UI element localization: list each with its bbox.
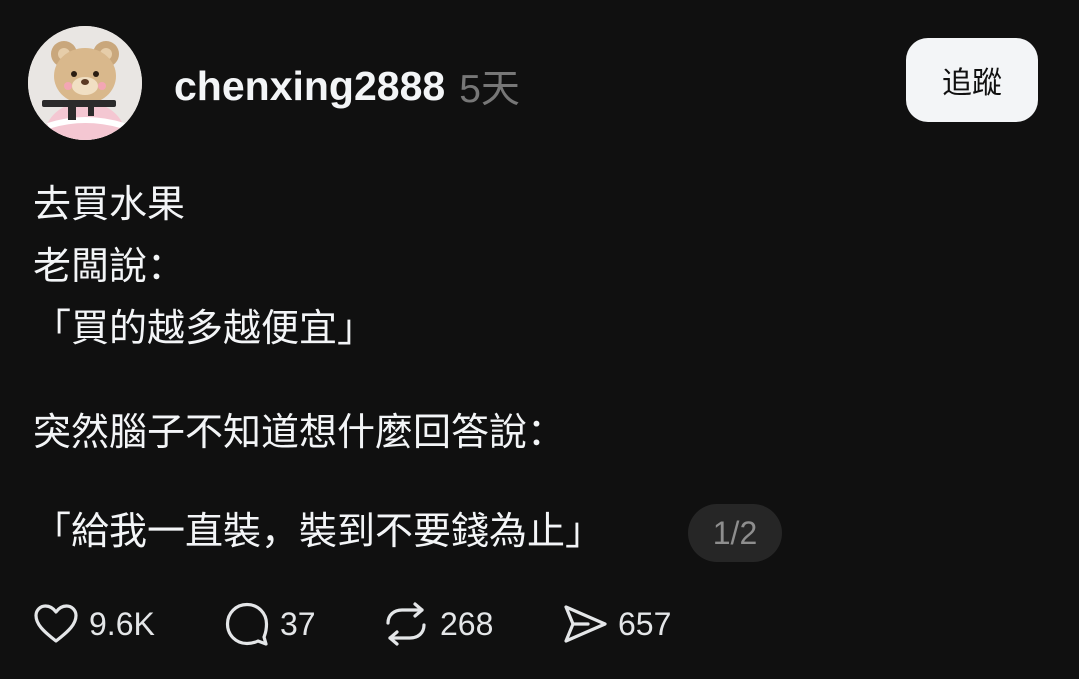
send-icon — [564, 605, 607, 643]
post-text-line: 突然腦子不知道想什麼回答說： — [33, 412, 566, 454]
like-button[interactable]: 9.6K — [33, 600, 155, 648]
share-count: 657 — [618, 605, 672, 642]
post-timestamp: 5天 — [459, 68, 520, 111]
avatar-image — [28, 26, 142, 140]
post-header: chenxing2888 5天 — [174, 60, 520, 112]
post-text-line: 「買的越多越便宜」 — [33, 308, 376, 350]
heart-icon — [34, 604, 78, 643]
repost-icon — [386, 602, 426, 646]
post-text-line: 去買水果 — [33, 184, 186, 226]
comment-bubble-icon — [225, 602, 269, 646]
repost-button[interactable]: 268 — [382, 600, 493, 648]
username-link[interactable]: chenxing2888 — [174, 63, 445, 110]
share-button[interactable]: 657 — [562, 600, 671, 648]
page-indicator: 1/2 — [688, 504, 782, 562]
comment-button[interactable]: 37 — [224, 600, 316, 648]
post-text-line: 老闆說： — [33, 246, 186, 288]
follow-button[interactable]: 追蹤 — [906, 38, 1038, 122]
repost-count: 268 — [440, 605, 494, 642]
like-count: 9.6K — [89, 605, 155, 642]
avatar[interactable] — [28, 26, 142, 140]
comment-count: 37 — [280, 605, 316, 642]
post-text-line: 「給我一直裝，裝到不要錢為止」 — [33, 511, 604, 553]
